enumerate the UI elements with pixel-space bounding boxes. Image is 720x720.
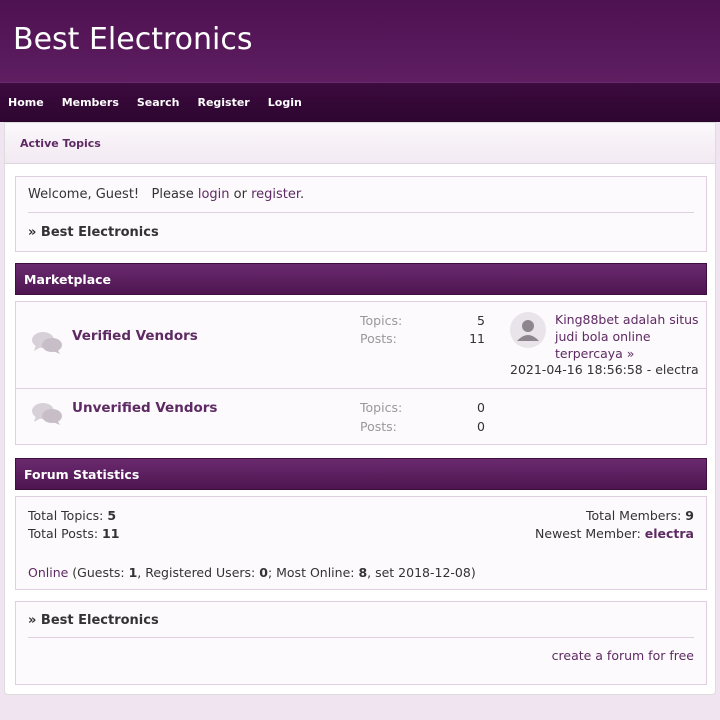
- posts-count: 0: [477, 419, 485, 434]
- register-link[interactable]: register: [251, 187, 300, 202]
- registered-label: , Registered Users:: [137, 565, 260, 580]
- user-silhouette-icon: [517, 320, 539, 341]
- most-online-label: ; Most Online:: [267, 565, 359, 580]
- active-topics-link[interactable]: Active Topics: [20, 137, 101, 150]
- main-content: Active Topics Welcome, Guest! Please log…: [4, 122, 716, 695]
- avatar[interactable]: [510, 312, 546, 348]
- site-title[interactable]: Best Electronics: [13, 22, 252, 57]
- posts-count: 11: [469, 331, 485, 346]
- category-header-marketplace[interactable]: Marketplace: [15, 263, 707, 295]
- topics-label: Topics:: [360, 313, 403, 328]
- breadcrumb[interactable]: » Best Electronics: [28, 225, 159, 240]
- newest-member: Newest Member: electra: [535, 526, 694, 541]
- divider: [28, 212, 694, 213]
- total-members-label: Total Members:: [586, 508, 686, 523]
- most-online-date: , set 2018-12-08): [367, 565, 476, 580]
- online-stats: Online (Guests: 1, Registered Users: 0; …: [28, 565, 476, 580]
- most-online-value: 8: [358, 565, 368, 580]
- forum-link-unverified-vendors[interactable]: Unverified Vendors: [72, 400, 217, 416]
- topics-count: 5: [477, 313, 485, 328]
- site-header: Best Electronics: [0, 0, 720, 82]
- nav-search-link[interactable]: Search: [137, 96, 180, 109]
- forum-row: Verified Vendors Topics: 5 Posts: 11 Kin…: [16, 302, 706, 389]
- footer-panel: » Best Electronics create a forum for fr…: [15, 601, 707, 685]
- welcome-panel: Welcome, Guest! Please login or register…: [15, 176, 707, 252]
- period-text: .: [300, 187, 305, 202]
- topics-label: Topics:: [360, 400, 403, 415]
- main-navbar: Home Members Search Register Login: [0, 82, 720, 122]
- online-link[interactable]: Online: [28, 565, 68, 580]
- forum-statistics-header: Forum Statistics: [15, 458, 707, 490]
- speech-bubbles-icon: [32, 332, 62, 354]
- total-topics-label: Total Topics:: [28, 508, 108, 523]
- or-text: or: [229, 187, 252, 202]
- posts-label: Posts:: [360, 419, 397, 434]
- nav-home-link[interactable]: Home: [8, 96, 44, 109]
- nav-register-link[interactable]: Register: [197, 96, 249, 109]
- nav-members-link[interactable]: Members: [62, 96, 119, 109]
- last-post-arrow-link[interactable]: »: [627, 346, 635, 361]
- total-posts: Total Posts: 11: [28, 526, 119, 541]
- newest-member-value: electra: [644, 526, 694, 541]
- newest-member-link[interactable]: electra: [645, 526, 694, 541]
- guests-label: (Guests:: [68, 565, 129, 580]
- login-link[interactable]: login: [198, 187, 230, 202]
- forum-link-verified-vendors[interactable]: Verified Vendors: [72, 328, 198, 344]
- divider: [28, 637, 694, 638]
- welcome-message: Welcome, Guest! Please login or register…: [28, 187, 304, 202]
- last-post-meta: 2021-04-16 18:56:58 - electra: [510, 362, 699, 377]
- total-topics-value: 5: [107, 508, 117, 523]
- registered-value: 0: [259, 565, 268, 580]
- total-topics: Total Topics: 5: [28, 508, 116, 523]
- total-posts-value: 11: [102, 526, 120, 541]
- posts-label: Posts:: [360, 331, 397, 346]
- total-members-value: 9: [685, 508, 694, 523]
- newest-member-label: Newest Member:: [535, 526, 645, 541]
- total-posts-label: Total Posts:: [28, 526, 103, 541]
- total-members: Total Members: 9: [586, 508, 694, 523]
- forum-statistics-panel: Total Topics: 5 Total Posts: 11 Total Me…: [15, 496, 707, 590]
- create-forum-link[interactable]: create a forum for free: [552, 648, 694, 663]
- topics-count: 0: [477, 400, 485, 415]
- last-post-title: King88bet adalah situs judi bola online …: [555, 311, 700, 362]
- welcome-text: Welcome, Guest! Please: [28, 187, 198, 202]
- guests-value: 1: [128, 565, 138, 580]
- speech-bubbles-icon: [32, 403, 62, 425]
- breadcrumb[interactable]: » Best Electronics: [28, 613, 159, 628]
- nav-login-link[interactable]: Login: [268, 96, 302, 109]
- forum-row: Unverified Vendors Topics: 0 Posts: 0: [16, 389, 706, 445]
- forum-list: Verified Vendors Topics: 5 Posts: 11 Kin…: [15, 301, 707, 445]
- sub-navbar: Active Topics: [5, 123, 715, 164]
